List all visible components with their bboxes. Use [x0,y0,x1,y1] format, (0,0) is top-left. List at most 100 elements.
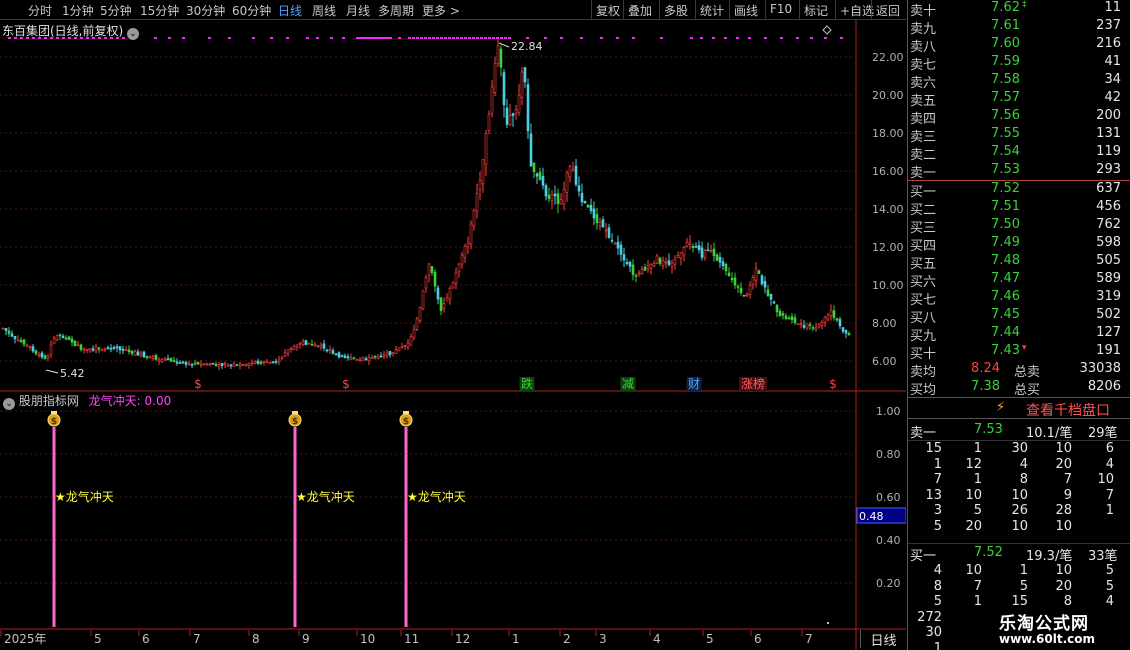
bid-row[interactable]: 买七 7.46 319 [908,289,1128,308]
ask-label: 卖四 [910,112,937,127]
event-marker[interactable]: $ [829,377,837,391]
ask-row[interactable]: 卖六 7.58 34 [908,72,1128,91]
candle-body [298,342,302,345]
candle-body [145,356,149,358]
chevron-down-icon[interactable]: ⌄ [3,398,15,410]
ask-price: 7.59 [991,54,1020,69]
candle-body [820,322,824,326]
bid-row[interactable]: 买五 7.48 505 [908,253,1128,272]
candle-body [529,133,533,167]
event-marker[interactable]: 涨榜 [741,376,765,391]
low-pointer [45,369,59,374]
ask-row[interactable]: 卖八 7.60 216 [908,36,1128,55]
candle-body [646,265,650,269]
candle-body [370,357,374,359]
queue-cell: 10 [1055,518,1072,534]
bid-row[interactable]: 买六 7.47 589 [908,271,1128,290]
ask-row[interactable]: 卖五 7.57 42 [908,90,1128,109]
event-marker[interactable]: 财 [688,377,700,391]
queue-cell: 20 [965,518,982,534]
event-marker[interactable]: 减 [622,377,634,391]
candle-body [508,115,512,126]
queue-cell: 272 [917,609,942,625]
candle-body [802,325,806,328]
chevron-down-icon[interactable]: ⌄ [127,28,140,40]
candle-body [67,336,71,341]
signal-dot [764,37,767,39]
candle-body [598,222,602,226]
ask-row[interactable]: 卖九 7.61 237 [908,18,1128,37]
bid-row[interactable]: 买四 7.49 598 [908,235,1128,254]
candle-body [460,254,464,265]
candle-body [49,344,53,355]
indicator-tick-label: 1.00 [876,405,901,418]
signal-dot [377,37,380,39]
bid-row[interactable]: 买一 7.52 637 [908,181,1128,200]
ask-row[interactable]: 卖七 7.59 41 [908,54,1128,73]
candle-body [37,354,41,356]
main-pane-title[interactable]: 东百集团(日线,前复权) ⌄ [2,22,140,40]
ask-price: 7.60 [991,36,1020,51]
event-marker[interactable]: 跌 [521,376,533,391]
price-tick-label: 16.00 [872,165,904,178]
diamond-icon[interactable] [822,25,832,35]
bid-price: 7.47 [991,271,1020,286]
candle-body [13,336,17,340]
candle-body [694,245,698,248]
bid-row[interactable]: 买三 7.50 762 [908,217,1128,236]
indicator-pane-title[interactable]: ⌄ 股朋指标网 龙气冲天: 0.00 [3,392,171,410]
queue-cell: 7 [1063,472,1072,487]
candle-body [202,363,206,365]
queue-cell: 20 [1055,456,1072,472]
signal-bar [293,427,297,627]
period-label[interactable]: 日线 [860,630,906,649]
queue-row: 1 12 4 20 4 [908,457,1130,473]
bid-row[interactable]: 买十 7.43 191 ▾ [908,343,1128,362]
event-marker[interactable]: $ [342,377,350,391]
candle-body [382,354,386,357]
signal-label: ★龙气冲天 [296,489,355,504]
candle-body [61,335,65,339]
candle-body [787,317,791,320]
ask-row[interactable]: 卖四 7.56 200 [908,108,1128,127]
candle-body [259,361,263,364]
candle-body [652,263,656,267]
time-tick-label: 10 [360,632,375,646]
kline-chart[interactable]: 22.0020.0018.0016.0014.0012.0010.008.006… [0,0,906,650]
candle-body [655,255,659,264]
candle-body [559,199,563,205]
candle-body [124,349,128,352]
queue-cell: 4 [1105,456,1114,472]
candle-body [604,229,608,232]
event-marker[interactable]: $ [194,377,202,391]
signal-dot [480,37,483,39]
bid-volume: 502 [1096,307,1121,322]
ask-row[interactable]: 卖一 7.53 293 [908,162,1128,181]
time-tick-label: 11 [404,632,419,646]
bid-row[interactable]: 买八 7.45 502 [908,307,1128,326]
candle-body [658,257,662,264]
candle-body [619,244,623,255]
queue-cell: 8 [933,578,942,594]
signal-dot [389,37,392,39]
candle-body [253,361,257,364]
ask-row[interactable]: 卖十 7.62 11 ‡ [908,0,1128,19]
candle-body [517,95,521,113]
bid-label: 买十 [910,347,937,362]
bid-row[interactable]: 买九 7.44 127 [908,325,1128,344]
candle-body [412,329,416,338]
candle-body [10,333,14,337]
ask-row[interactable]: 卖三 7.55 131 [908,126,1128,145]
signal-dot [780,37,783,39]
ask-row[interactable]: 卖二 7.54 119 [908,144,1128,163]
depth-button[interactable]: ⚡ 查看千档盘口 [908,397,1130,419]
signal-dot [371,37,374,39]
low-price-label: 5.42 [60,367,85,380]
bid-row[interactable]: 买二 7.51 456 [908,199,1128,218]
candle-body [274,361,278,363]
candle-body [91,348,95,351]
candle-body [628,262,632,267]
candle-body [496,45,500,64]
candle-body [157,359,161,362]
watermark-title: 乐淘公式网 [999,614,1089,634]
